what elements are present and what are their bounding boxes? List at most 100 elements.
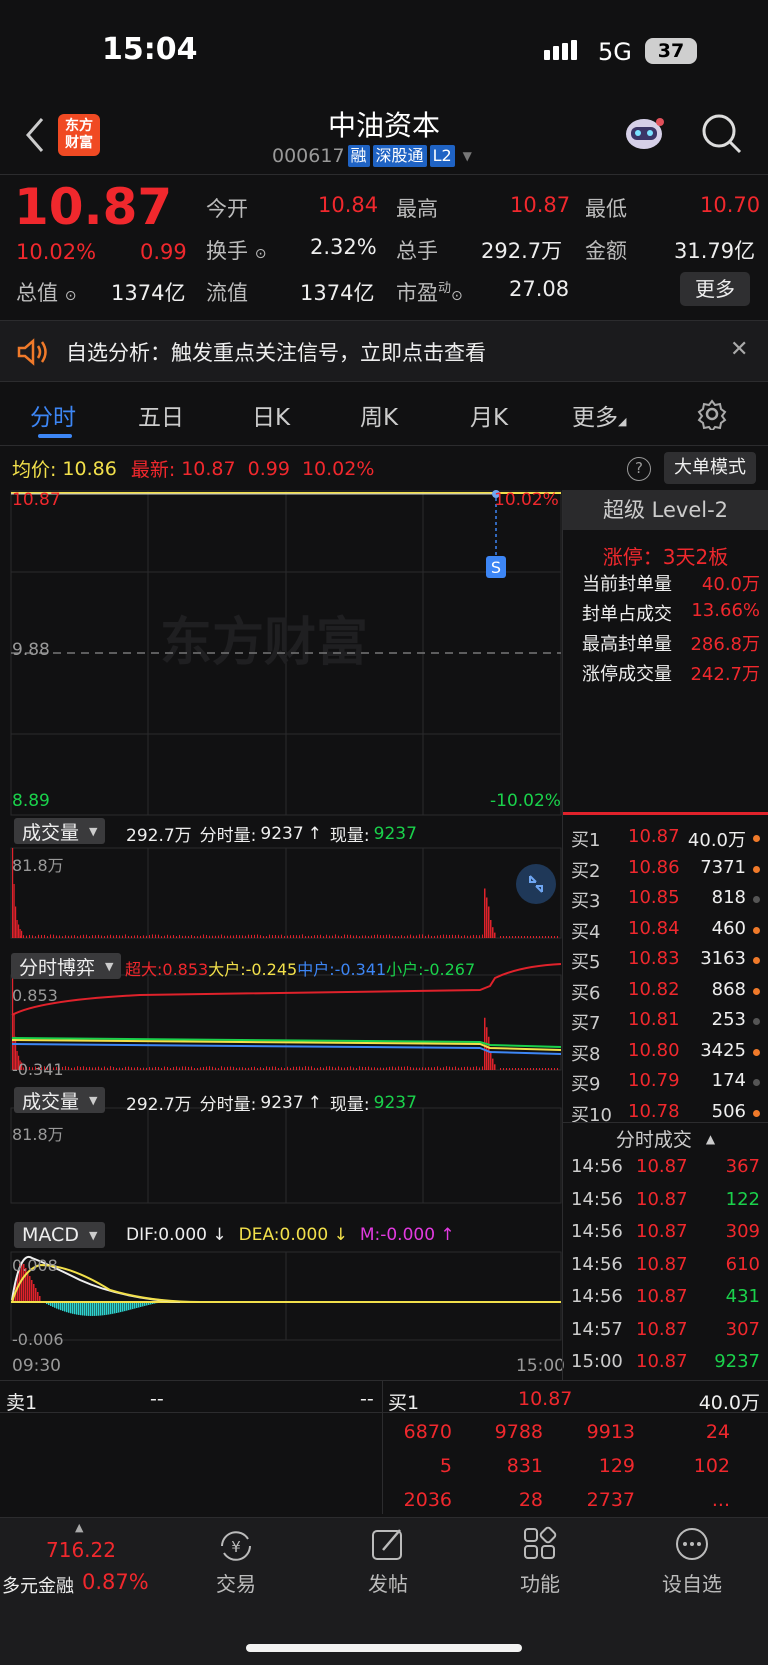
volume-indicator-dropdown[interactable]: 成交量 ▼ xyxy=(14,818,105,844)
volume-bar xyxy=(173,1067,174,1070)
volume-bar xyxy=(362,1067,363,1070)
volume-bar xyxy=(263,1068,264,1070)
volume-bar xyxy=(212,936,213,938)
volume-bar xyxy=(443,935,444,938)
macd-bar xyxy=(96,1302,98,1316)
volume-bar xyxy=(128,1067,129,1070)
chevron-down-icon: ▼ xyxy=(463,149,472,163)
volume-bar xyxy=(158,1067,159,1070)
volume-bar xyxy=(455,935,456,938)
volume-bar xyxy=(449,1067,450,1070)
help-icon[interactable]: ? xyxy=(627,457,651,481)
volume-bar xyxy=(524,936,525,938)
close-icon[interactable]: ✕ xyxy=(730,337,748,362)
volume-bar xyxy=(44,935,45,938)
macd-bar xyxy=(130,1302,132,1310)
volume-bar xyxy=(506,936,507,938)
nav-trade[interactable]: 交易 xyxy=(196,1568,276,1597)
tab-fenshi[interactable]: 分时 xyxy=(30,398,76,432)
x-end-label: 15:00 xyxy=(516,1356,565,1376)
analysis-banner[interactable]: 自选分析：触发重点关注信号，立即点击查看 ✕ xyxy=(0,320,768,382)
volume-bar xyxy=(461,936,462,938)
tab-five-day[interactable]: 五日 xyxy=(138,398,184,432)
trade-icon[interactable]: ¥ xyxy=(216,1528,256,1564)
volume-bar xyxy=(131,1067,132,1070)
function-icon[interactable] xyxy=(522,1526,558,1562)
volume-bar xyxy=(344,935,345,938)
info-icon[interactable]: ⊙ xyxy=(65,288,77,304)
volume-bar xyxy=(161,936,162,938)
volume-bar xyxy=(98,935,99,938)
volume-bar xyxy=(236,935,237,938)
volume-bar xyxy=(188,1067,189,1070)
tag-l2: L2 xyxy=(430,145,455,167)
volume-bar xyxy=(155,1067,156,1070)
volume-bar xyxy=(245,936,246,938)
tab-more[interactable]: 更多◢ xyxy=(572,398,626,432)
big-order-mode-button[interactable]: 大单模式 xyxy=(664,452,756,484)
volume-bar xyxy=(215,936,216,938)
macd-indicator-dropdown[interactable]: MACD ▼ xyxy=(14,1222,105,1248)
volume-bar xyxy=(227,936,228,938)
tab-month-k[interactable]: 月K xyxy=(470,398,508,432)
macd-bar xyxy=(106,1302,108,1315)
y-mid-label: 9.88 xyxy=(12,640,50,660)
post-icon[interactable] xyxy=(370,1526,406,1562)
volume-bar xyxy=(281,935,282,938)
volume-bar xyxy=(152,1068,153,1070)
volume-bar xyxy=(164,936,165,938)
svg-text:¥: ¥ xyxy=(231,1538,241,1556)
volume-bar xyxy=(503,1068,504,1070)
queue-cell: 9788 xyxy=(443,1421,543,1443)
queue-cell: 5 xyxy=(352,1455,452,1477)
gear-icon[interactable] xyxy=(696,398,728,430)
tab-day-k[interactable]: 日K xyxy=(252,398,290,432)
volume-bar xyxy=(176,936,177,938)
robot-assistant-icon[interactable] xyxy=(622,114,666,154)
volume-bar xyxy=(296,1067,297,1070)
volume-bar xyxy=(431,936,432,938)
volume-bar xyxy=(320,1067,321,1070)
info-icon[interactable]: ⊙ xyxy=(451,288,463,304)
volume-bar xyxy=(305,1066,306,1070)
volume-bar xyxy=(296,935,297,938)
volume-bar xyxy=(38,935,39,938)
tab-week-k[interactable]: 周K xyxy=(360,398,398,432)
more-circle-icon[interactable] xyxy=(674,1526,710,1562)
trade-volume: 307 xyxy=(563,1319,760,1340)
volume-bar xyxy=(464,1067,465,1070)
info-icon[interactable]: ⊙ xyxy=(255,246,267,262)
volume-bar xyxy=(251,935,252,938)
level2-title[interactable]: 超级 Level-2 xyxy=(563,490,768,530)
volume-bar xyxy=(473,935,474,938)
volume-bar xyxy=(413,1068,414,1070)
index-name[interactable]: 多元金融 xyxy=(2,1572,74,1598)
volume-bar xyxy=(74,935,75,938)
volume-bar xyxy=(515,1068,516,1070)
trades-title[interactable]: 分时成交 ▲ xyxy=(563,1125,768,1152)
volume-bar xyxy=(278,1068,279,1070)
bop-bottom-label: -0.341 xyxy=(12,1060,64,1079)
stock-subtitle[interactable]: 000617 融 深股通 L2 ▼ xyxy=(272,145,472,167)
volume-bar xyxy=(554,1068,555,1070)
bid-dot-icon xyxy=(753,957,760,964)
volume2-indicator-dropdown[interactable]: 成交量 ▼ xyxy=(14,1087,105,1113)
nav-post[interactable]: 发帖 xyxy=(348,1568,428,1597)
volume-bar xyxy=(395,936,396,938)
search-icon[interactable] xyxy=(700,112,744,156)
volume-bar xyxy=(209,936,210,938)
nav-function[interactable]: 功能 xyxy=(500,1568,580,1597)
nav-add-watchlist[interactable]: 设自选 xyxy=(650,1568,734,1597)
expand-icon[interactable] xyxy=(516,864,556,904)
volume-bar xyxy=(68,1067,69,1070)
more-button[interactable]: 更多 xyxy=(680,272,750,306)
bop-indicator-dropdown[interactable]: 分时博弈 ▼ xyxy=(11,953,121,979)
volume-bar xyxy=(182,1066,183,1070)
index-value[interactable]: 716.22 xyxy=(46,1538,116,1562)
volume-bar xyxy=(431,1067,432,1070)
volume-bar xyxy=(119,1068,120,1070)
volume-bar xyxy=(227,1067,228,1070)
volume-bar xyxy=(65,935,66,938)
volume-bar xyxy=(440,935,441,938)
macd-bar xyxy=(112,1302,114,1314)
